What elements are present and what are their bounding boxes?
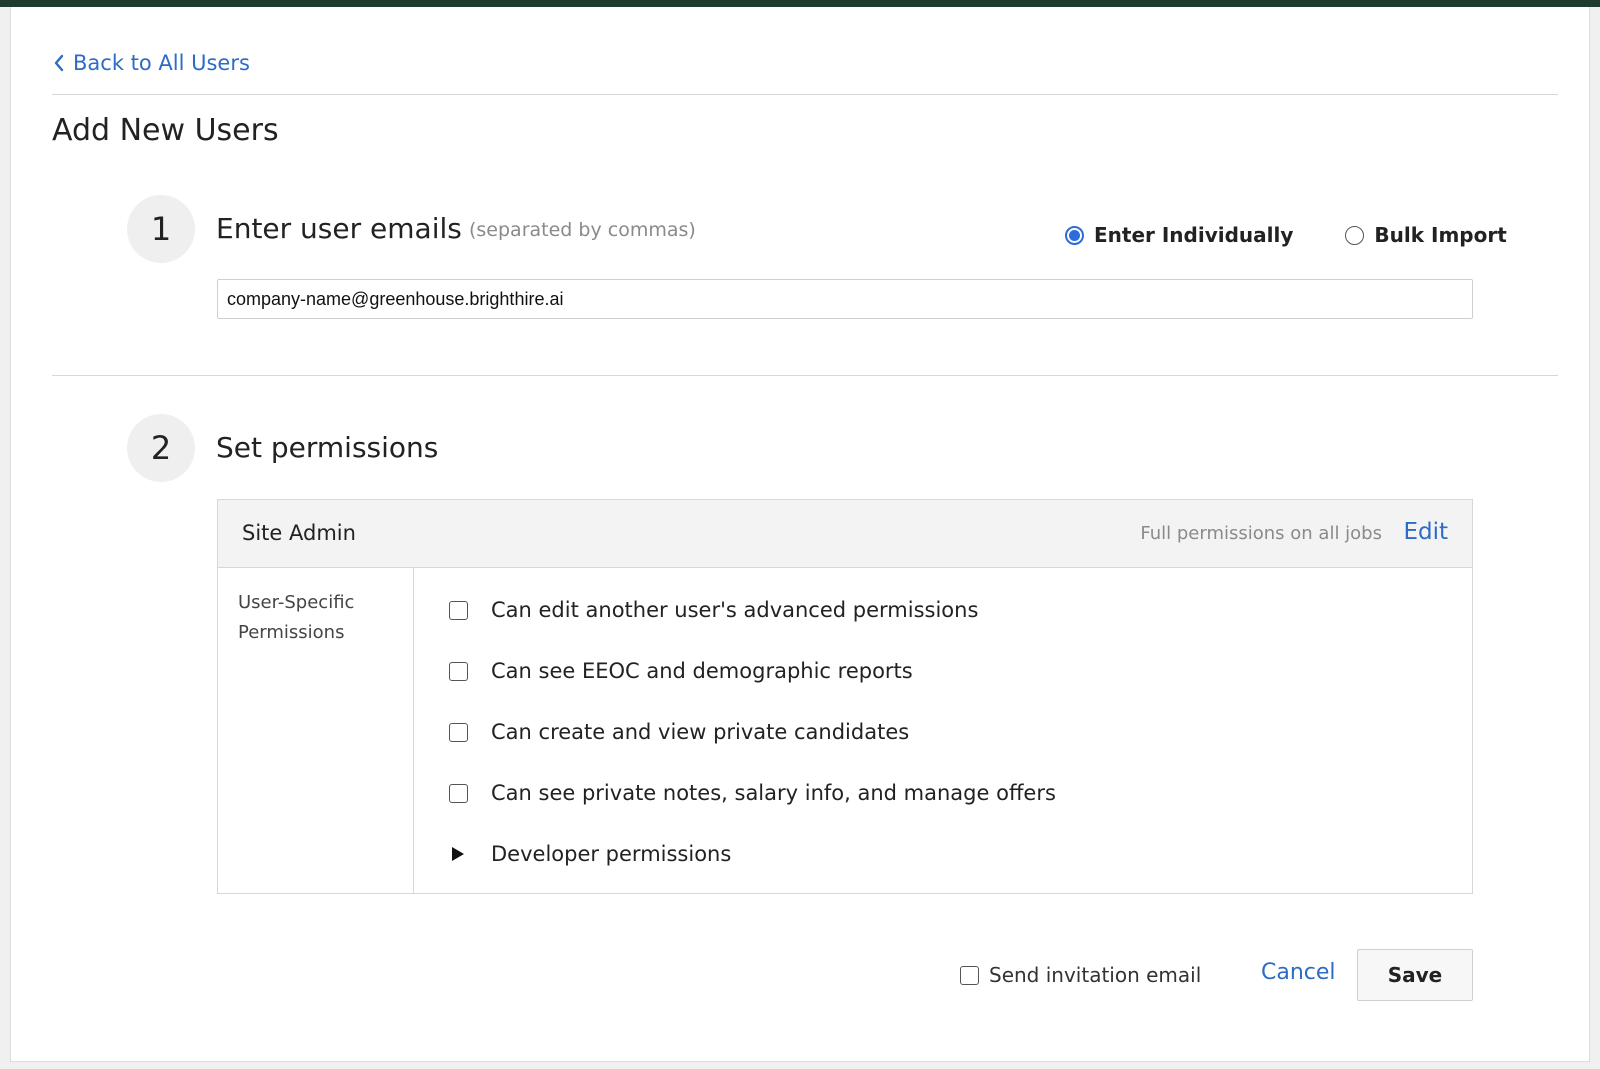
- step-1-hint: (separated by commas): [469, 219, 696, 241]
- save-button[interactable]: Save: [1357, 949, 1473, 1001]
- developer-permissions-label: Developer permissions: [491, 842, 732, 866]
- back-link-label: Back to All Users: [73, 51, 250, 75]
- send-invitation-option[interactable]: Send invitation email: [960, 963, 1201, 987]
- step-2-heading: Set permissions: [216, 431, 439, 464]
- permission-label: Can see private notes, salary info, and …: [491, 781, 1056, 805]
- permission-private-candidates[interactable]: Can create and view private candidates: [449, 720, 909, 744]
- radio-enter-individually-label: Enter Individually: [1094, 223, 1294, 247]
- back-to-users-link[interactable]: Back to All Users: [53, 51, 250, 75]
- step-1-heading: Enter user emails: [216, 212, 462, 245]
- permission-edit-advanced[interactable]: Can edit another user's advanced permiss…: [449, 598, 978, 622]
- user-specific-label: User-Specific Permissions: [238, 592, 355, 643]
- role-header: Site Admin Full permissions on all jobs …: [218, 500, 1472, 568]
- developer-permissions-toggle[interactable]: Developer permissions: [449, 842, 731, 866]
- caret-right-icon[interactable]: [452, 847, 464, 861]
- role-name: Site Admin: [242, 521, 356, 545]
- step-1-badge: 1: [127, 195, 195, 263]
- checkbox-icon[interactable]: [960, 965, 979, 985]
- permission-label: Can see EEOC and demographic reports: [491, 659, 913, 683]
- radio-bulk-import[interactable]: Bulk Import: [1345, 223, 1507, 247]
- chevron-left-icon: [54, 54, 64, 72]
- header-divider: [52, 94, 1558, 95]
- checkbox-icon[interactable]: [449, 722, 468, 742]
- permission-eeoc-reports[interactable]: Can see EEOC and demographic reports: [449, 659, 913, 683]
- send-invitation-label: Send invitation email: [989, 963, 1202, 987]
- radio-selected-icon[interactable]: [1065, 225, 1084, 245]
- permission-label: Can edit another user's advanced permiss…: [491, 598, 979, 622]
- top-bar: [0, 0, 1600, 7]
- radio-bulk-import-label: Bulk Import: [1374, 223, 1507, 247]
- permissions-box: Site Admin Full permissions on all jobs …: [217, 499, 1473, 894]
- page-title: Add New Users: [52, 113, 279, 148]
- role-description: Full permissions on all jobs: [1140, 523, 1382, 544]
- permission-label: Can create and view private candidates: [491, 720, 910, 744]
- permission-private-notes[interactable]: Can see private notes, salary info, and …: [449, 781, 1056, 805]
- checkbox-icon[interactable]: [449, 783, 468, 803]
- radio-enter-individually[interactable]: Enter Individually: [1065, 223, 1293, 247]
- step-divider: [52, 375, 1558, 376]
- email-mode-radio-group: Enter Individually Bulk Import: [1065, 223, 1507, 247]
- checkbox-icon[interactable]: [449, 661, 468, 681]
- user-specific-column: User-Specific Permissions: [218, 568, 414, 893]
- email-input[interactable]: [217, 279, 1473, 319]
- edit-role-link[interactable]: Edit: [1403, 519, 1448, 545]
- step-2-badge: 2: [127, 414, 195, 482]
- cancel-button[interactable]: Cancel: [1261, 960, 1336, 985]
- form-actions: Send invitation email Cancel Save: [11, 949, 1591, 1001]
- add-users-panel: Back to All Users Add New Users 1 Enter …: [10, 7, 1590, 1062]
- radio-unselected-icon[interactable]: [1345, 225, 1365, 245]
- checkbox-icon[interactable]: [449, 600, 468, 620]
